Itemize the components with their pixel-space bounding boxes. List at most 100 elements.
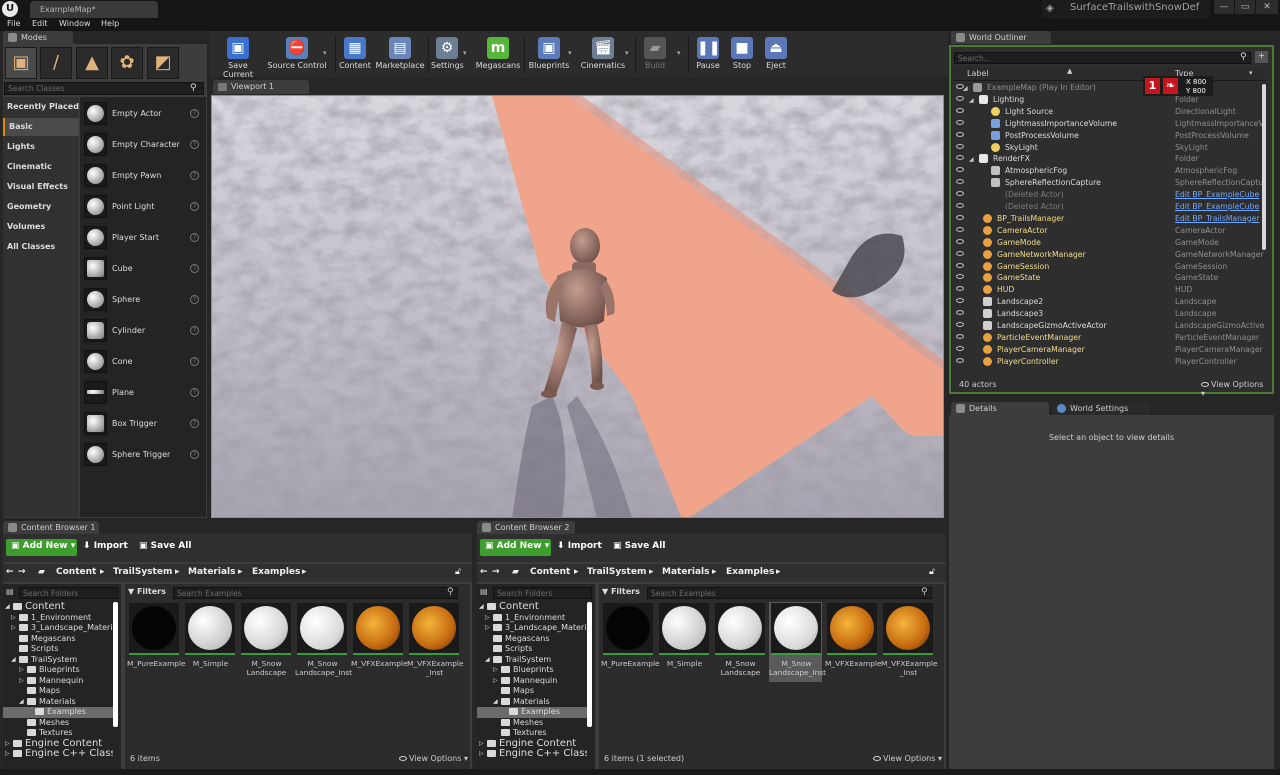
outliner-row[interactable]: AtmosphericFog AtmosphericFog [953,165,1259,177]
help-icon[interactable]: ? [190,233,199,242]
help-icon[interactable]: ? [190,388,199,397]
place-mode-icon[interactable]: ▣ [5,47,37,79]
folder-row[interactable]: ▷ Mannequin [3,676,113,687]
visibility-eye-icon[interactable] [956,179,964,185]
eject-button[interactable]: ⏏ Eject [760,31,792,77]
asset-tile[interactable]: M_VFXExample _Inst [881,602,938,682]
stop-button[interactable]: ■ Stop [726,31,758,77]
visibility-eye-icon[interactable] [956,203,964,208]
world-settings-tab[interactable]: World Settings [1052,402,1150,415]
forward-arrow-icon[interactable]: → [18,567,26,577]
outliner-row[interactable]: GameNetworkManager GameNetworkManager [953,249,1264,261]
maximize-button[interactable]: ▭ [1235,0,1255,14]
level-viewport[interactable] [211,95,944,518]
visibility-eye-icon[interactable] [956,155,964,161]
category-cinematic[interactable]: Cinematic [3,158,79,176]
outliner-row[interactable]: Landscape3 Landscape [953,308,1259,320]
breadcrumb-separator-icon[interactable]: ▸ [712,567,717,577]
asset-tile[interactable]: M_PureExample [127,602,186,682]
outliner-row[interactable]: Landscape2 Landscape [953,296,1259,308]
folder-scrollbar[interactable] [113,602,118,727]
folder-expand-icon[interactable]: ◢ [493,698,498,705]
source-control-button[interactable]: ⛔ Source Control [266,31,328,77]
menu-help[interactable]: Help [101,19,119,28]
breadcrumb-item[interactable]: Examples [252,567,300,577]
folder-row[interactable]: ▷ 3_Landscape_Materi [3,623,113,634]
outliner-row[interactable]: SkyLight SkyLight [953,142,1259,154]
save-current-button[interactable]: ▣ Save Current [212,31,264,79]
expand-arrow-icon[interactable]: ◢ [969,97,974,104]
outliner-row[interactable]: SphereReflectionCapture SphereReflectionC… [953,177,1265,189]
folder-expand-icon[interactable]: ▷ [485,614,490,621]
folder-expand-icon[interactable]: ▷ [493,666,498,673]
help-icon[interactable]: ? [190,202,199,211]
expand-arrow-icon[interactable]: ◢ [969,156,974,163]
outliner-row[interactable]: ◢ ExampleMap (Play In Editor) [953,82,1259,94]
help-icon[interactable]: ? [190,295,199,304]
outliner-row[interactable]: GameState GameState [953,272,1259,284]
folder-expand-icon[interactable]: ◢ [19,698,24,705]
lock-icon[interactable]: 🔓︎ [455,567,461,577]
place-item-sphere[interactable]: Sphere? [80,285,206,315]
outliner-row[interactable]: CameraActor CameraActor [953,225,1259,237]
menu-file[interactable]: File [7,19,20,28]
visibility-eye-icon[interactable] [956,262,964,268]
help-icon[interactable]: ? [190,264,199,273]
category-visual-effects[interactable]: Visual Effects [3,178,79,196]
folder-row[interactable]: ▷ 1_Environment [477,613,587,624]
visibility-eye-icon[interactable] [956,345,964,351]
type-dropdown-icon[interactable]: ▾ [1249,69,1253,77]
viewport-tab[interactable]: Viewport 1 [213,80,309,94]
place-item-point-light[interactable]: Point Light? [80,192,206,222]
visibility-eye-icon[interactable] [956,167,964,173]
place-item-cube[interactable]: Cube? [80,254,206,284]
breadcrumb-item[interactable]: Materials [188,567,235,577]
filters-button[interactable]: ▼ Filters [602,587,644,600]
minimize-button[interactable]: — [1214,0,1234,14]
place-item-player-start[interactable]: Player Start? [80,223,206,253]
visibility-eye-icon[interactable] [956,119,964,125]
folder-expand-icon[interactable]: ▷ [479,750,484,757]
filters-button[interactable]: ▼ Filters [128,587,170,600]
world-outliner-tab[interactable]: World Outliner [951,31,1051,44]
outliner-row[interactable]: PlayerCameraManager PlayerCameraManager [953,344,1263,356]
folder-expand-icon[interactable]: ▷ [5,740,10,747]
label-column-header[interactable]: Label [967,69,989,78]
asset-tile[interactable]: M_VFXExample [351,602,408,682]
expand-arrow-icon[interactable]: ◢ [963,85,968,92]
visibility-eye-icon[interactable] [956,310,964,316]
breadcrumb-separator-icon[interactable]: ▸ [302,567,307,577]
modes-tab[interactable]: Modes [3,31,73,44]
help-icon[interactable]: ? [190,109,199,118]
asset-tile[interactable]: M_Snow Landscape [239,602,292,682]
toggle-sources-icon[interactable]: ▤ [480,587,488,596]
search-classes-input[interactable]: Search Classes [4,82,204,95]
document-tab[interactable]: ExampleMap* [30,1,158,18]
outliner-row[interactable]: BP_TrailsManager Edit BP_TrailsManager [953,213,1260,225]
folder-row[interactable]: ◢ Content [3,602,113,613]
geometry-mode-icon[interactable]: ◩ [147,47,179,79]
visibility-eye-icon[interactable] [956,286,964,292]
import-button[interactable]: ⬇ Import [557,541,602,551]
folder-expand-icon[interactable]: ◢ [485,656,490,663]
folder-expand-icon[interactable]: ▷ [11,614,16,621]
outliner-row[interactable]: HUD HUD [953,284,1259,296]
breadcrumb-item[interactable]: Materials [662,567,709,577]
breadcrumb-separator-icon[interactable]: ▸ [649,567,654,577]
folder-row[interactable]: Examples [3,707,113,718]
asset-tile[interactable]: M_Simple [183,602,236,682]
visibility-eye-icon[interactable] [956,131,964,137]
search-folders-input[interactable]: Search Folders [19,587,118,599]
asset-tile[interactable]: M_VFXExample [825,602,882,682]
outliner-view-options-button[interactable]: View Options ▾ [1201,380,1267,398]
category-geometry[interactable]: Geometry [3,198,79,216]
category-lights[interactable]: Lights [3,138,79,156]
folder-row[interactable]: ◢ Materials [3,697,113,708]
add-new-button[interactable]: ▣ Add New ▾ [480,539,551,556]
visibility-eye-icon[interactable] [956,143,964,149]
outliner-row[interactable]: LandscapeGizmoActiveActor LandscapeGizmoA… [953,320,1264,332]
place-item-box-trigger[interactable]: Box Trigger? [80,409,206,439]
lock-icon[interactable]: 🔓︎ [929,567,935,577]
visibility-eye-icon[interactable] [956,333,964,339]
edit-blueprint-link[interactable]: Edit BP_ExampleCube [1175,202,1259,211]
